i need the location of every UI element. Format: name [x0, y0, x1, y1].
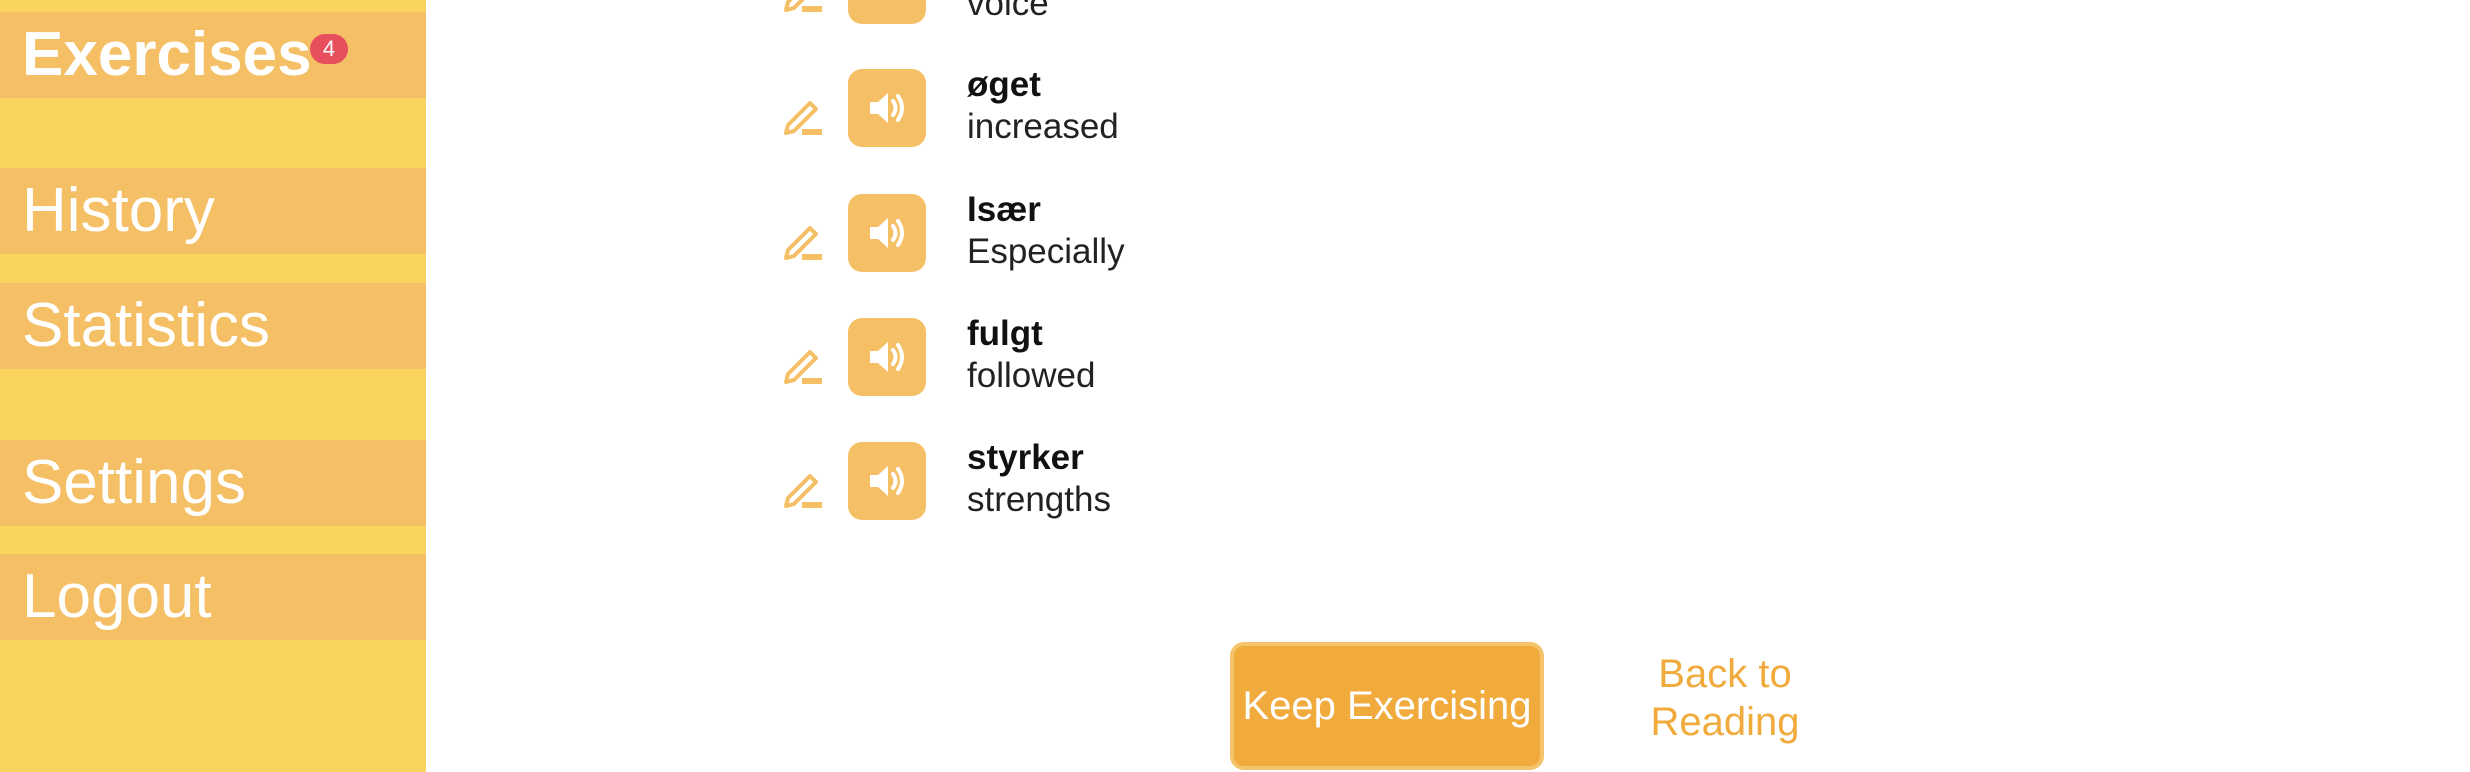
- list-item: voice: [780, 0, 1480, 36]
- speaker-icon: [870, 342, 904, 372]
- translation-text: followed: [967, 356, 1096, 395]
- sidebar-item-label: Logout: [22, 562, 212, 631]
- translation-text: Especially: [967, 232, 1125, 271]
- back-to-reading-label: Back to Reading: [1650, 652, 1800, 744]
- list-item: øget increased: [780, 65, 1480, 159]
- speaker-button[interactable]: [848, 194, 926, 272]
- sidebar-item-logout[interactable]: Logout: [0, 554, 426, 640]
- list-item: Især Especially: [780, 190, 1480, 284]
- speaker-button[interactable]: [848, 69, 926, 147]
- word-text: Især: [967, 190, 1041, 229]
- sidebar: Exercises 4 History Statistics Settings …: [0, 0, 426, 772]
- notification-badge: 4: [310, 34, 348, 64]
- list-item: fulgt followed: [780, 314, 1480, 408]
- speaker-button[interactable]: [848, 318, 926, 396]
- word-text: øget: [967, 65, 1041, 104]
- back-to-reading-link[interactable]: Back to Reading: [1620, 650, 1830, 746]
- sidebar-item-exercises[interactable]: Exercises 4: [0, 12, 426, 98]
- sidebar-item-statistics[interactable]: Statistics: [0, 283, 426, 369]
- translation-text: increased: [967, 107, 1119, 146]
- sidebar-item-label: Exercises: [22, 20, 312, 89]
- pencil-icon[interactable]: [780, 216, 826, 262]
- speaker-button[interactable]: [848, 442, 926, 520]
- keep-exercising-button[interactable]: Keep Exercising: [1230, 642, 1544, 770]
- sidebar-item-history[interactable]: History: [0, 168, 426, 254]
- speaker-icon: [864, 0, 910, 8]
- translation-text: voice: [967, 0, 1049, 23]
- word-text: styrker: [967, 438, 1084, 477]
- speaker-button[interactable]: [848, 0, 926, 24]
- speaker-icon: [870, 218, 904, 248]
- pencil-icon[interactable]: [780, 340, 826, 386]
- sidebar-item-label: Statistics: [22, 291, 271, 360]
- speaker-icon: [870, 93, 904, 123]
- pencil-icon[interactable]: [780, 91, 826, 137]
- list-item: styrker strengths: [780, 438, 1480, 532]
- translation-text: strengths: [967, 480, 1111, 519]
- sidebar-item-label: Settings: [22, 448, 247, 517]
- sidebar-item-label: History: [22, 176, 215, 245]
- word-text: fulgt: [967, 314, 1043, 353]
- pencil-icon[interactable]: [780, 0, 826, 14]
- keep-exercising-label: Keep Exercising: [1242, 684, 1532, 728]
- sidebar-item-settings[interactable]: Settings: [0, 440, 426, 526]
- speaker-icon: [870, 466, 904, 496]
- pencil-icon[interactable]: [780, 464, 826, 510]
